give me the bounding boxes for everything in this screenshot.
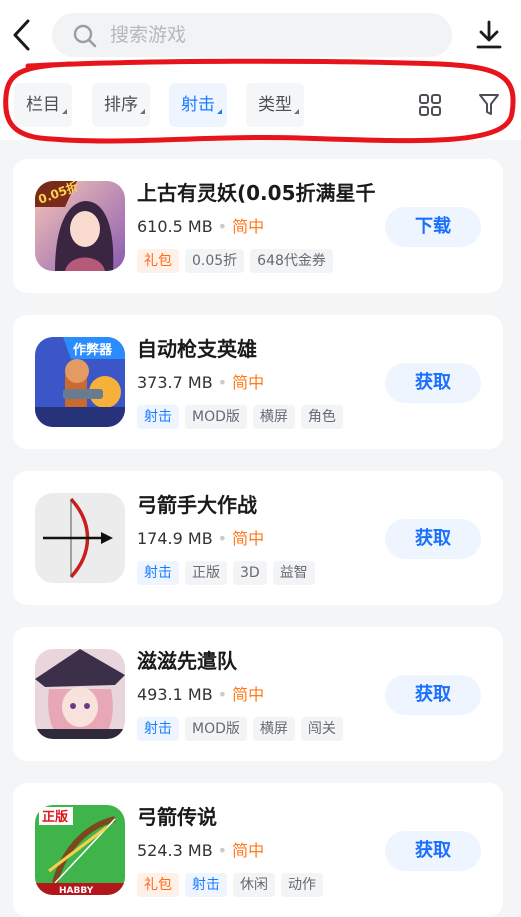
get-button[interactable]: 获取: [385, 363, 481, 403]
tag-list: 礼包 射击 休闲 动作: [137, 873, 329, 897]
game-card[interactable]: 作弊器 自动枪支英雄 373.7 MB • 简中 射击 MOD版 横屏 角色 获取: [13, 315, 503, 449]
game-meta: 174.9 MB • 简中: [137, 529, 265, 548]
tag: MOD版: [185, 405, 247, 429]
filter-bar: 栏目 排序 射击 类型: [0, 72, 521, 140]
tag: 3D: [233, 561, 267, 585]
gunner-hero-icon: 作弊器: [35, 337, 125, 427]
game-meta: 493.1 MB • 简中: [137, 685, 265, 704]
game-size: 493.1 MB: [137, 685, 213, 704]
dropdown-corner-icon: [62, 109, 67, 114]
filter-chip-shooting[interactable]: 射击: [169, 83, 227, 127]
game-language: 简中: [232, 529, 265, 548]
game-size: 174.9 MB: [137, 529, 213, 548]
filter-chip-label: 类型: [258, 95, 292, 115]
game-language: 简中: [232, 217, 265, 236]
get-button[interactable]: 获取: [385, 675, 481, 715]
game-language: 简中: [232, 841, 265, 860]
search-placeholder: 搜索游戏: [110, 24, 187, 46]
game-meta: 610.5 MB • 简中: [137, 217, 265, 236]
tag-shooting: 射击: [137, 561, 179, 585]
tag-list: 射击 MOD版 横屏 闯关: [137, 717, 349, 741]
get-button[interactable]: 获取: [385, 519, 481, 559]
filter-chip-label: 排序: [104, 95, 138, 115]
tag: 横屏: [252, 717, 295, 741]
witch-girl-icon: [35, 649, 125, 739]
game-card[interactable]: 滋滋先遣队 493.1 MB • 简中 射击 MOD版 横屏 闯关 获取: [13, 627, 503, 761]
game-title: 弓箭手大作战: [137, 493, 257, 517]
game-title: 弓箭传说: [137, 805, 217, 829]
game-card[interactable]: 弓箭手大作战 174.9 MB • 简中 射击 正版 3D 益智 获取: [13, 471, 503, 605]
tag-shooting: 射击: [185, 873, 227, 897]
fantasy-girl-icon: 0.05折: [35, 181, 125, 271]
filter-button[interactable]: [478, 92, 500, 118]
filter-chip-label: 栏目: [26, 95, 60, 115]
top-bar: 搜索游戏: [0, 0, 521, 72]
tag: 角色: [300, 405, 343, 429]
game-size: 524.3 MB: [137, 841, 213, 860]
funnel-icon: [479, 94, 499, 115]
bow-arrow-icon: [35, 493, 125, 583]
tag: 益智: [272, 561, 315, 585]
dropdown-corner-icon: [140, 109, 145, 114]
tag-list: 礼包 0.05折 648代金券: [137, 249, 339, 273]
game-title: 滋滋先遣队: [137, 649, 237, 673]
tag-shooting: 射击: [137, 405, 179, 429]
download-icon: [476, 20, 502, 49]
filter-chip-label: 射击: [181, 95, 215, 115]
tag: 正版: [185, 561, 227, 585]
game-language: 简中: [232, 685, 265, 704]
game-meta: 373.7 MB • 简中: [137, 373, 265, 392]
tag: 动作: [281, 873, 323, 897]
filter-chip-sort[interactable]: 排序: [92, 83, 150, 127]
tag-gift: 礼包: [137, 249, 179, 273]
dropdown-corner-icon: [217, 109, 222, 114]
green-bow-icon: HABBY 正版: [35, 805, 125, 895]
game-size: 610.5 MB: [137, 217, 213, 236]
tag: MOD版: [185, 717, 247, 741]
tag-list: 射击 MOD版 横屏 角色: [137, 405, 349, 429]
game-card[interactable]: HABBY 正版 弓箭传说 524.3 MB • 简中 礼包 射击 休闲 动作 获取: [13, 783, 503, 917]
tag-shooting: 射击: [137, 717, 179, 741]
download-manager-button[interactable]: [474, 18, 504, 52]
game-card[interactable]: 0.05折 上古有灵妖(0.05折满星千 610.5 MB • 简中 礼包 0.05折…: [13, 159, 503, 293]
game-language: 简中: [232, 373, 265, 392]
official-badge: 正版: [42, 809, 68, 825]
game-size: 373.7 MB: [137, 373, 213, 392]
tag: 闯关: [300, 717, 343, 741]
search-icon: [73, 24, 97, 48]
game-meta: 524.3 MB • 简中: [137, 841, 265, 860]
back-button[interactable]: [8, 15, 36, 55]
icon-caption: HABBY: [59, 886, 94, 895]
cheat-badge: 作弊器: [73, 342, 113, 358]
game-title: 自动枪支英雄: [137, 337, 257, 361]
download-button[interactable]: 下载: [385, 207, 481, 247]
tag: 648代金券: [250, 249, 333, 273]
filter-chip-type[interactable]: 类型: [246, 83, 304, 127]
game-title: 上古有灵妖(0.05折满星千: [137, 181, 376, 205]
grid-icon: [419, 94, 441, 116]
grid-view-button[interactable]: [418, 93, 442, 117]
get-button[interactable]: 获取: [385, 831, 481, 871]
filter-chip-column[interactable]: 栏目: [14, 83, 72, 127]
tag: 横屏: [252, 405, 295, 429]
dropdown-corner-icon: [294, 109, 299, 114]
tag-gift: 礼包: [137, 873, 179, 897]
tag-list: 射击 正版 3D 益智: [137, 561, 321, 585]
search-input[interactable]: 搜索游戏: [52, 13, 452, 57]
back-arrow-icon: [13, 19, 30, 51]
tag: 休闲: [233, 873, 275, 897]
tag: 0.05折: [185, 249, 245, 273]
